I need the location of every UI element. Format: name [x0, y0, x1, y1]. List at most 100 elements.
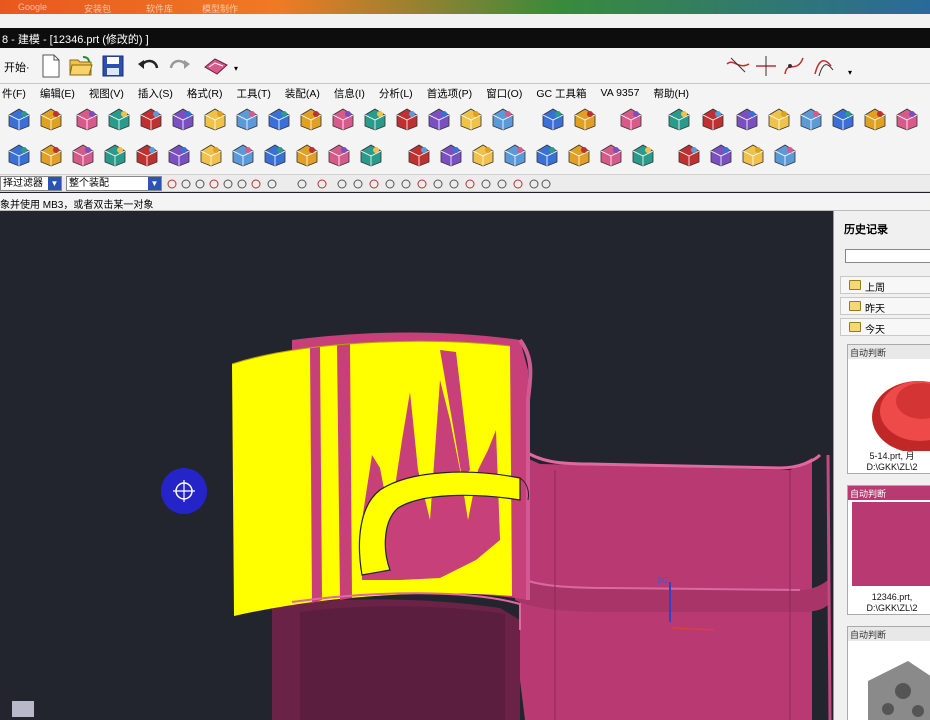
feature-tool-icon[interactable]: [266, 106, 292, 132]
menu-file[interactable]: 件(F): [0, 86, 33, 101]
curve-intersect-icon[interactable]: [753, 53, 779, 79]
feature-tool-icon[interactable]: [234, 106, 260, 132]
snap-point-icon[interactable]: [401, 179, 411, 189]
menu-analysis[interactable]: 分析(L): [372, 86, 420, 101]
feature-tool-icon[interactable]: [540, 106, 566, 132]
snap-point-icon[interactable]: [529, 179, 539, 189]
snap-point-icon[interactable]: [541, 179, 551, 189]
menu-info[interactable]: 信息(I): [327, 86, 372, 101]
feature-tool-icon[interactable]: [426, 106, 452, 132]
feature-tool-icon[interactable]: [170, 106, 196, 132]
menu-help[interactable]: 帮助(H): [646, 86, 696, 101]
curve-tool-icon[interactable]: [6, 142, 32, 168]
feature-tool-icon[interactable]: [766, 106, 792, 132]
snap-point-icon[interactable]: [353, 179, 363, 189]
curve-tool-icon[interactable]: [598, 142, 624, 168]
new-file-icon[interactable]: [38, 53, 64, 79]
curve-tool-icon[interactable]: [534, 142, 560, 168]
curve-tool-icon[interactable]: [630, 142, 656, 168]
snap-point-icon[interactable]: [433, 179, 443, 189]
feature-tool-icon[interactable]: [862, 106, 888, 132]
menu-preferences[interactable]: 首选项(P): [420, 86, 480, 101]
feature-tool-icon[interactable]: [202, 106, 228, 132]
feature-tool-icon[interactable]: [490, 106, 516, 132]
curve-tool-icon[interactable]: [502, 142, 528, 168]
feature-tool-icon[interactable]: [38, 106, 64, 132]
curve-tool-icon[interactable]: [198, 142, 224, 168]
menu-tools[interactable]: 工具(T): [230, 86, 278, 101]
history-card[interactable]: 自动判断: [847, 626, 930, 720]
snap-point-icon[interactable]: [267, 179, 277, 189]
menu-format[interactable]: 格式(R): [180, 86, 230, 101]
feature-tool-icon[interactable]: [330, 106, 356, 132]
snap-point-icon[interactable]: [465, 179, 475, 189]
snap-point-icon[interactable]: [251, 179, 261, 189]
history-card[interactable]: 自动判断 5-14.prt, 月 D:\GKK\ZL\2: [847, 344, 930, 474]
menu-assembly[interactable]: 装配(A): [278, 86, 327, 101]
menu-gc-toolbox[interactable]: GC 工具箱: [529, 86, 593, 101]
history-card[interactable]: 自动判断 12346.prt, D:\GKK\ZL\2: [847, 485, 930, 615]
curve-tool-icon[interactable]: [772, 142, 798, 168]
dropdown-arrow-icon[interactable]: ▾: [848, 68, 852, 77]
curve-tool-icon[interactable]: [326, 142, 352, 168]
feature-tool-icon[interactable]: [394, 106, 420, 132]
undo-icon[interactable]: [135, 53, 161, 79]
curve-tool-icon[interactable]: [294, 142, 320, 168]
snap-point-icon[interactable]: [369, 179, 379, 189]
curve-tool-icon[interactable]: [358, 142, 384, 168]
snap-point-icon[interactable]: [237, 179, 247, 189]
snap-icons[interactable]: [166, 176, 566, 192]
menu-insert[interactable]: 插入(S): [131, 86, 180, 101]
menu-view[interactable]: 视图(V): [82, 86, 131, 101]
feature-tool-icon[interactable]: [138, 106, 164, 132]
feature-tool-icon[interactable]: [362, 106, 388, 132]
feature-tool-icon[interactable]: [74, 106, 100, 132]
snap-point-icon[interactable]: [195, 179, 205, 189]
curve-tool-icon[interactable]: [708, 142, 734, 168]
os-item[interactable]: 模型制作: [202, 2, 238, 14]
curve-bridge-icon[interactable]: [781, 53, 807, 79]
snap-point-icon[interactable]: [223, 179, 233, 189]
snap-point-icon[interactable]: [449, 179, 459, 189]
snap-point-icon[interactable]: [297, 179, 307, 189]
history-search-input[interactable]: [845, 249, 930, 263]
feature-tool-icon[interactable]: [798, 106, 824, 132]
feature-tool-icon[interactable]: [106, 106, 132, 132]
curve-tool-icon[interactable]: [438, 142, 464, 168]
curve-tool-icon[interactable]: [70, 142, 96, 168]
feature-tool-icon[interactable]: [6, 106, 32, 132]
curve-tool-icon[interactable]: [102, 142, 128, 168]
snap-point-icon[interactable]: [317, 179, 327, 189]
os-item[interactable]: 安装包: [84, 2, 111, 14]
feature-tool-icon[interactable]: [700, 106, 726, 132]
redo-icon[interactable]: [167, 53, 193, 79]
menu-va[interactable]: VA 9357: [594, 87, 647, 99]
feature-tool-icon[interactable]: [618, 106, 644, 132]
curve-tool-icon[interactable]: [230, 142, 256, 168]
feature-tool-icon[interactable]: [458, 106, 484, 132]
scope-select[interactable]: 整个装配 ▼: [66, 176, 162, 191]
type-filter-select[interactable]: 择过滤器 ▼: [0, 176, 62, 191]
curve-tool-icon[interactable]: [566, 142, 592, 168]
feature-tool-icon[interactable]: [830, 106, 856, 132]
feature-tool-icon[interactable]: [666, 106, 692, 132]
curve-tool-icon[interactable]: [406, 142, 432, 168]
history-group-yesterday[interactable]: 昨天: [840, 297, 930, 315]
os-item[interactable]: 软件库: [146, 2, 173, 14]
snap-point-icon[interactable]: [513, 179, 523, 189]
snap-point-icon[interactable]: [385, 179, 395, 189]
save-icon[interactable]: [100, 53, 126, 79]
curve-tool-icon[interactable]: [134, 142, 160, 168]
history-group-today[interactable]: 今天: [840, 318, 930, 336]
feature-tool-icon[interactable]: [572, 106, 598, 132]
curve-tool-icon[interactable]: [262, 142, 288, 168]
curve-offset-icon[interactable]: [811, 53, 837, 79]
curve-tool-icon[interactable]: [740, 142, 766, 168]
start-button[interactable]: 开始·: [4, 59, 30, 75]
menu-window[interactable]: 窗口(O): [479, 86, 529, 101]
feature-tool-icon[interactable]: [894, 106, 920, 132]
snap-point-icon[interactable]: [417, 179, 427, 189]
snap-point-icon[interactable]: [181, 179, 191, 189]
snap-point-icon[interactable]: [209, 179, 219, 189]
curve-tool-icon[interactable]: [166, 142, 192, 168]
